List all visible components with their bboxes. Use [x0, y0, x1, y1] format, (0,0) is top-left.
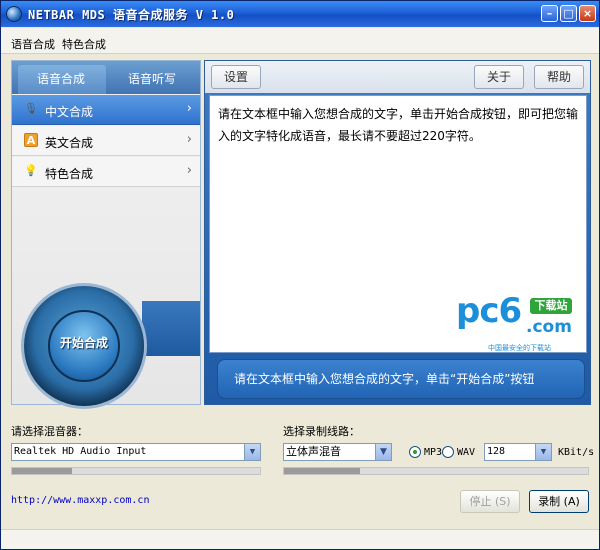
hint-banner: 请在文本框中输入您想合成的文字，单击“开始合成”按钮 — [217, 359, 585, 399]
maximize-icon[interactable]: □ — [560, 5, 577, 22]
logo-domain: .com — [526, 317, 572, 337]
help-button[interactable]: 帮助 — [534, 65, 584, 89]
record-line-label: 选择录制线路： — [283, 425, 360, 438]
app-window: NETBAR MDS 语音合成服务 V 1.0 – □ × 语音合成 特色合成 … — [0, 0, 600, 550]
logo-tagline: 中国最安全的下载站 — [488, 344, 551, 352]
microphone-icon: 🎙 — [24, 102, 38, 115]
bitrate-select[interactable]: 128 ▼ — [484, 443, 552, 461]
format-mp3-label: MP3 — [424, 447, 443, 458]
bitrate-unit: KBit/s — [558, 447, 595, 458]
mixer-select[interactable]: Realtek HD Audio Input ▼ — [11, 443, 261, 461]
logo-badge: 下载站 — [530, 298, 572, 314]
close-icon[interactable]: × — [579, 5, 596, 22]
mixer-volume-slider[interactable] — [11, 467, 261, 475]
tab-bar: 语音合成 语音听写 — [12, 61, 200, 94]
website-link[interactable]: http://www.maxxp.com.cn — [11, 495, 149, 506]
menu-feature-synthesis[interactable]: 特色合成 — [62, 36, 106, 52]
pc6-watermark-logo: pc6 下载站 .com 中国最安全的下载站 — [456, 291, 574, 352]
about-button[interactable]: 关于 — [474, 65, 524, 89]
start-synthesis-button[interactable]: 开始合成 — [24, 286, 144, 406]
chevron-right-icon: › — [186, 132, 192, 147]
chevron-right-icon: › — [186, 163, 192, 178]
mixer-volume-fill — [12, 468, 72, 474]
mixer-value: Realtek HD Audio Input — [14, 446, 147, 457]
window-title: NETBAR MDS 语音合成服务 V 1.0 — [28, 8, 235, 22]
nav-label-feature: 特色合成 — [45, 167, 94, 181]
tab-speech-dictation[interactable]: 语音听写 — [128, 70, 176, 87]
chevron-right-icon: › — [186, 101, 192, 116]
mixer-label: 请选择混音器： — [11, 425, 88, 438]
format-wav-label: WAV — [457, 447, 476, 458]
record-line-fill — [284, 468, 360, 474]
minimize-icon[interactable]: – — [541, 5, 558, 22]
settings-button[interactable]: 设置 — [211, 65, 261, 89]
stop-button[interactable]: 停止 (S) — [460, 490, 520, 513]
decorative-strip — [142, 301, 200, 356]
synthesis-text-input[interactable]: 请在文本框中输入您想合成的文字，单击开始合成按钮，即可把您输入的文字特化成语音，… — [209, 95, 587, 353]
record-button[interactable]: 录制 (A) — [529, 490, 589, 513]
nav-label-chinese: 中文合成 — [45, 105, 94, 119]
tab-speech-synthesis[interactable]: 语音合成 — [37, 70, 85, 87]
left-panel: 语音合成 语音听写 🎙 中文合成 › A 英文合成 › 💡 特色合成 › 开始合… — [11, 60, 201, 406]
chevron-down-icon: ▼ — [375, 444, 391, 460]
format-mp3-radio[interactable] — [409, 446, 421, 458]
title-bar[interactable]: NETBAR MDS 语音合成服务 V 1.0 – □ × — [1, 1, 599, 27]
start-synthesis-label: 开始合成 — [59, 336, 108, 350]
toolbar: 设置 关于 帮助 — [205, 61, 590, 93]
letter-a-icon: A — [24, 133, 38, 147]
menu-bar: 语音合成 特色合成 — [1, 28, 599, 54]
logo-brand: pc6 — [456, 291, 522, 331]
nav-item-chinese[interactable]: 🎙 中文合成 › — [12, 95, 200, 125]
nav-item-english[interactable]: A 英文合成 › — [12, 126, 200, 156]
chevron-down-icon: ▼ — [244, 444, 260, 460]
format-wav-radio[interactable] — [442, 446, 454, 458]
record-line-value: 立体声混音 — [286, 445, 341, 458]
right-panel: 设置 关于 帮助 请在文本框中输入您想合成的文字，单击开始合成按钮，即可把您输入… — [204, 60, 591, 405]
record-line-select[interactable]: 立体声混音 ▼ — [283, 443, 392, 461]
bulb-icon: 💡 — [24, 164, 38, 177]
menu-speech-synthesis[interactable]: 语音合成 — [11, 36, 55, 52]
app-logo-icon — [6, 6, 22, 22]
nav-item-feature[interactable]: 💡 特色合成 › — [12, 157, 200, 187]
nav-label-english: 英文合成 — [45, 136, 94, 150]
instructions-text: 请在文本框中输入您想合成的文字，单击开始合成按钮，即可把您输入的文字特化成语音，… — [218, 107, 579, 143]
bitrate-value: 128 — [487, 446, 506, 457]
status-bar — [1, 529, 599, 549]
record-line-slider[interactable] — [283, 467, 589, 475]
chevron-down-icon: ▼ — [535, 444, 551, 460]
